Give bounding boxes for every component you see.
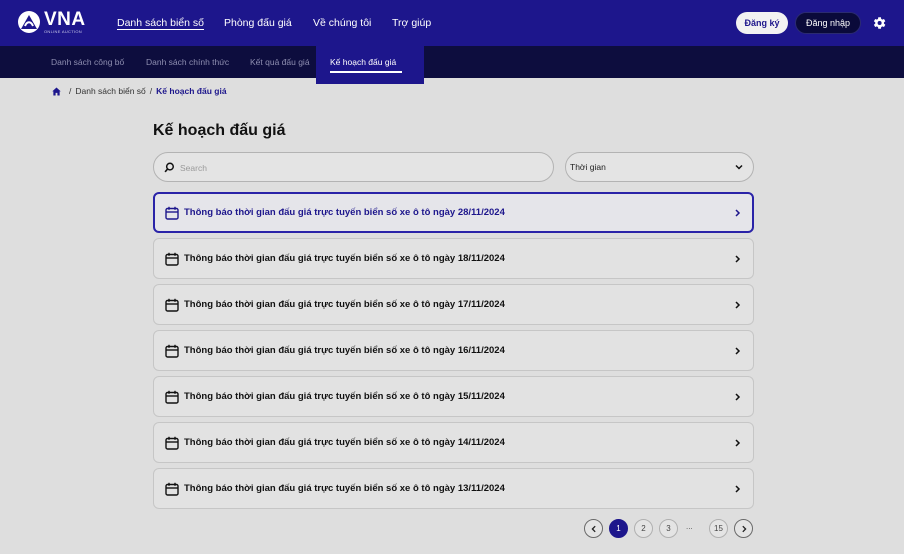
active-underline: [330, 71, 402, 73]
top-header: VNA ONLINE AUCTION Danh sách biển số Phò…: [0, 0, 904, 46]
login-button[interactable]: Đăng nhập: [795, 12, 861, 34]
logo-text: VNA: [44, 9, 86, 30]
list-item[interactable]: Thông báo thời gian đấu giá trực tuyến b…: [153, 284, 754, 325]
chevron-right-icon: [735, 301, 741, 309]
list-item-title: Thông báo thời gian đấu giá trực tuyến b…: [184, 253, 505, 264]
pagination-page-3[interactable]: 3: [659, 519, 678, 538]
list-item[interactable]: Thông báo thời gian đấu giá trực tuyến b…: [153, 192, 754, 233]
search-input[interactable]: [180, 159, 540, 177]
list-item-title: Thông báo thời gian đấu giá trực tuyến b…: [184, 437, 505, 448]
subnav-danh-sach-cong-bo[interactable]: Danh sách công bố: [51, 57, 124, 67]
calendar-icon: [165, 436, 179, 450]
chevron-down-icon: [735, 164, 743, 170]
pagination-page-last[interactable]: 15: [709, 519, 728, 538]
breadcrumb-current: Kế hoạch đấu giá: [156, 86, 227, 96]
chevron-left-icon: [590, 525, 596, 532]
calendar-icon: [165, 390, 179, 404]
nav-danh-sach-bien-so[interactable]: Danh sách biển số: [117, 17, 204, 29]
subnav-active-label: Kế hoạch đấu giá: [330, 57, 397, 67]
pagination-ellipsis: ...: [686, 522, 693, 531]
breadcrumb-separator: /: [149, 86, 153, 96]
time-filter-select[interactable]: Thời gian: [565, 152, 754, 182]
search-icon: [164, 162, 174, 173]
chevron-right-icon: [735, 209, 741, 217]
list-item[interactable]: Thông báo thời gian đấu giá trực tuyến b…: [153, 330, 754, 371]
breadcrumb: / Danh sách biển số / Kế hoạch đấu giá: [52, 85, 227, 97]
list-item-title: Thông báo thời gian đấu giá trực tuyến b…: [184, 345, 505, 356]
list-item-title: Thông báo thời gian đấu giá trực tuyến b…: [184, 299, 505, 310]
chevron-right-icon: [735, 347, 741, 355]
calendar-icon: [165, 252, 179, 266]
search-box: [153, 152, 554, 182]
calendar-icon: [165, 344, 179, 358]
list-item-title: Thông báo thời gian đấu giá trực tuyến b…: [184, 207, 505, 218]
list-item-title: Thông báo thời gian đấu giá trực tuyến b…: [184, 391, 505, 402]
breadcrumb-danh-sach-bien-so[interactable]: Danh sách biển số: [75, 86, 145, 96]
chevron-right-icon: [735, 439, 741, 447]
logo-icon: [18, 11, 40, 33]
list-item-title: Thông báo thời gian đấu giá trực tuyến b…: [184, 483, 505, 494]
chevron-right-icon: [735, 255, 741, 263]
calendar-icon: [165, 206, 179, 220]
chevron-right-icon: [735, 393, 741, 401]
subnav-ket-qua-dau-gia[interactable]: Kết quả đấu giá: [250, 57, 310, 67]
page-title: Kế hoạch đấu giá: [153, 122, 286, 139]
nav-phong-dau-gia[interactable]: Phòng đấu giá: [224, 17, 292, 29]
list-item[interactable]: Thông báo thời gian đấu giá trực tuyến b…: [153, 376, 754, 417]
home-icon[interactable]: [52, 86, 61, 96]
list-item[interactable]: Thông báo thời gian đấu giá trực tuyến b…: [153, 422, 754, 463]
gear-icon[interactable]: [871, 15, 887, 31]
time-filter-label: Thời gian: [570, 162, 606, 172]
chevron-right-icon: [741, 525, 747, 532]
pagination-page-2[interactable]: 2: [634, 519, 653, 538]
pagination-page-1[interactable]: 1: [609, 519, 628, 538]
pagination-prev-button[interactable]: [584, 519, 603, 538]
list-item[interactable]: Thông báo thời gian đấu giá trực tuyến b…: [153, 468, 754, 509]
subnav-ke-hoach-dau-gia[interactable]: Kế hoạch đấu giá: [316, 42, 424, 84]
breadcrumb-separator: /: [69, 86, 72, 96]
sub-nav: Danh sách công bố Danh sách chính thức K…: [0, 46, 904, 78]
calendar-icon: [165, 482, 179, 496]
list-item[interactable]: Thông báo thời gian đấu giá trực tuyến b…: [153, 238, 754, 279]
nav-ve-chung-toi[interactable]: Về chúng tôi: [313, 17, 371, 29]
pagination-next-button[interactable]: [734, 519, 753, 538]
chevron-right-icon: [735, 485, 741, 493]
nav-tro-giup[interactable]: Trợ giúp: [392, 17, 431, 29]
calendar-icon: [165, 298, 179, 312]
register-button[interactable]: Đăng ký: [736, 12, 788, 34]
logo[interactable]: VNA ONLINE AUCTION: [17, 10, 101, 38]
subnav-danh-sach-chinh-thuc[interactable]: Danh sách chính thức: [146, 57, 229, 67]
logo-subtitle: ONLINE AUCTION: [44, 29, 82, 34]
